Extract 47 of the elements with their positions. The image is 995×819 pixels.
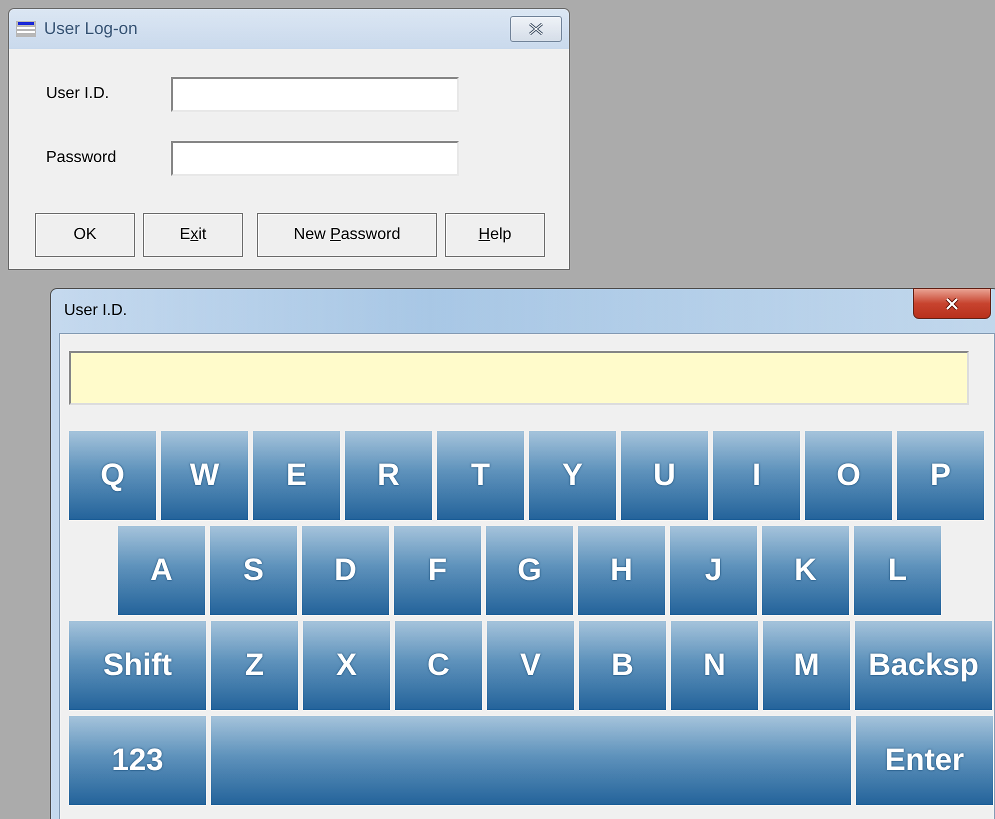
keyboard-key[interactable]: S (210, 526, 297, 615)
keyboard-key[interactable]: U (621, 431, 708, 520)
keyboard-key[interactable]: D (302, 526, 389, 615)
dialog-button[interactable]: OK (35, 213, 135, 257)
dialog-button[interactable]: Exit (143, 213, 243, 257)
keyboard-key[interactable]: Shift (69, 621, 206, 710)
input-field[interactable] (171, 140, 459, 176)
keyboard-key[interactable]: G (486, 526, 573, 615)
keyboard-key[interactable]: Y (529, 431, 616, 520)
keyboard-key[interactable]: E (253, 431, 340, 520)
keyboard-key[interactable]: Z (211, 621, 298, 710)
close-button[interactable] (913, 288, 991, 319)
window-title: User Log-on (44, 18, 138, 40)
close-button[interactable] (510, 16, 562, 42)
keyboard-key[interactable]: 123 (69, 716, 206, 805)
keyboard-key[interactable]: H (578, 526, 665, 615)
keyboard-key[interactable]: K (762, 526, 849, 615)
close-icon (944, 298, 960, 310)
input-field[interactable] (171, 76, 459, 112)
keyboard-key[interactable]: X (303, 621, 390, 710)
keyboard-key[interactable]: P (897, 431, 984, 520)
field-label: Password (46, 148, 118, 168)
window-title: User I.D. (64, 301, 128, 321)
keyboard-key[interactable]: O (805, 431, 892, 520)
keyboard-key[interactable]: C (395, 621, 482, 710)
keyboard-key[interactable]: Backsp (855, 621, 992, 710)
dialog-button[interactable]: New Password (257, 213, 437, 257)
keyboard-key[interactable]: M (763, 621, 850, 710)
field-label: User I.D. (46, 84, 110, 104)
keyboard-key[interactable]: T (437, 431, 524, 520)
text-display-field[interactable] (69, 351, 969, 405)
close-icon (527, 23, 545, 35)
dialog-button[interactable]: Help (445, 213, 545, 257)
keyboard-key[interactable]: I (713, 431, 800, 520)
keyboard-key[interactable]: Enter (856, 716, 993, 805)
keyboard-key[interactable]: A (118, 526, 205, 615)
keyboard-key[interactable]: W (161, 431, 248, 520)
keyboard-key[interactable]: Q (69, 431, 156, 520)
keyboard-key[interactable]: R (345, 431, 432, 520)
keyboard-key[interactable]: L (854, 526, 941, 615)
window-icon (16, 21, 36, 37)
keyboard-key[interactable]: V (487, 621, 574, 710)
keyboard-key[interactable]: F (394, 526, 481, 615)
space-key[interactable] (211, 716, 851, 805)
keyboard-key[interactable]: B (579, 621, 666, 710)
keyboard-key[interactable]: N (671, 621, 758, 710)
keyboard-key[interactable]: J (670, 526, 757, 615)
